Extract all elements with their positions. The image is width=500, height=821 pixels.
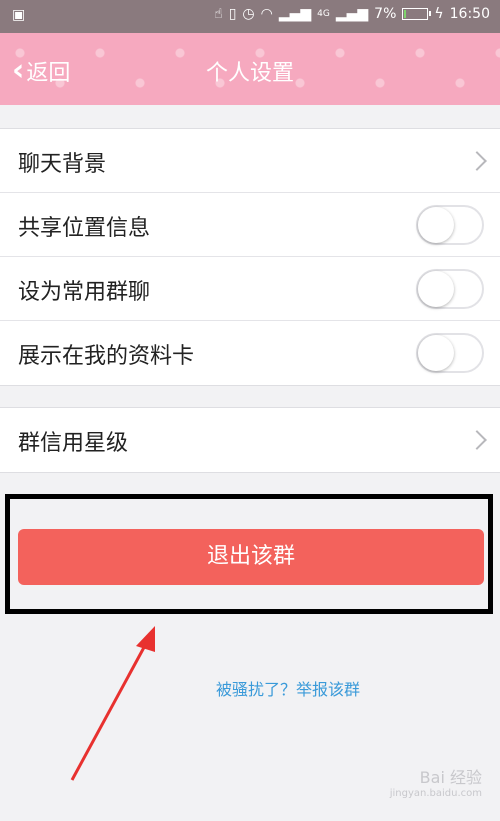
report-group-link[interactable]: 被骚扰了？举报该群: [0, 676, 500, 700]
watermark-brand: Bai 经验: [419, 768, 482, 787]
watermark-url: jingyan.baidu.com: [389, 788, 482, 799]
watermark: Bai 经验 jingyan.baidu.com: [390, 764, 482, 799]
report-link-label: 被骚扰了？举报该群: [215, 680, 360, 699]
